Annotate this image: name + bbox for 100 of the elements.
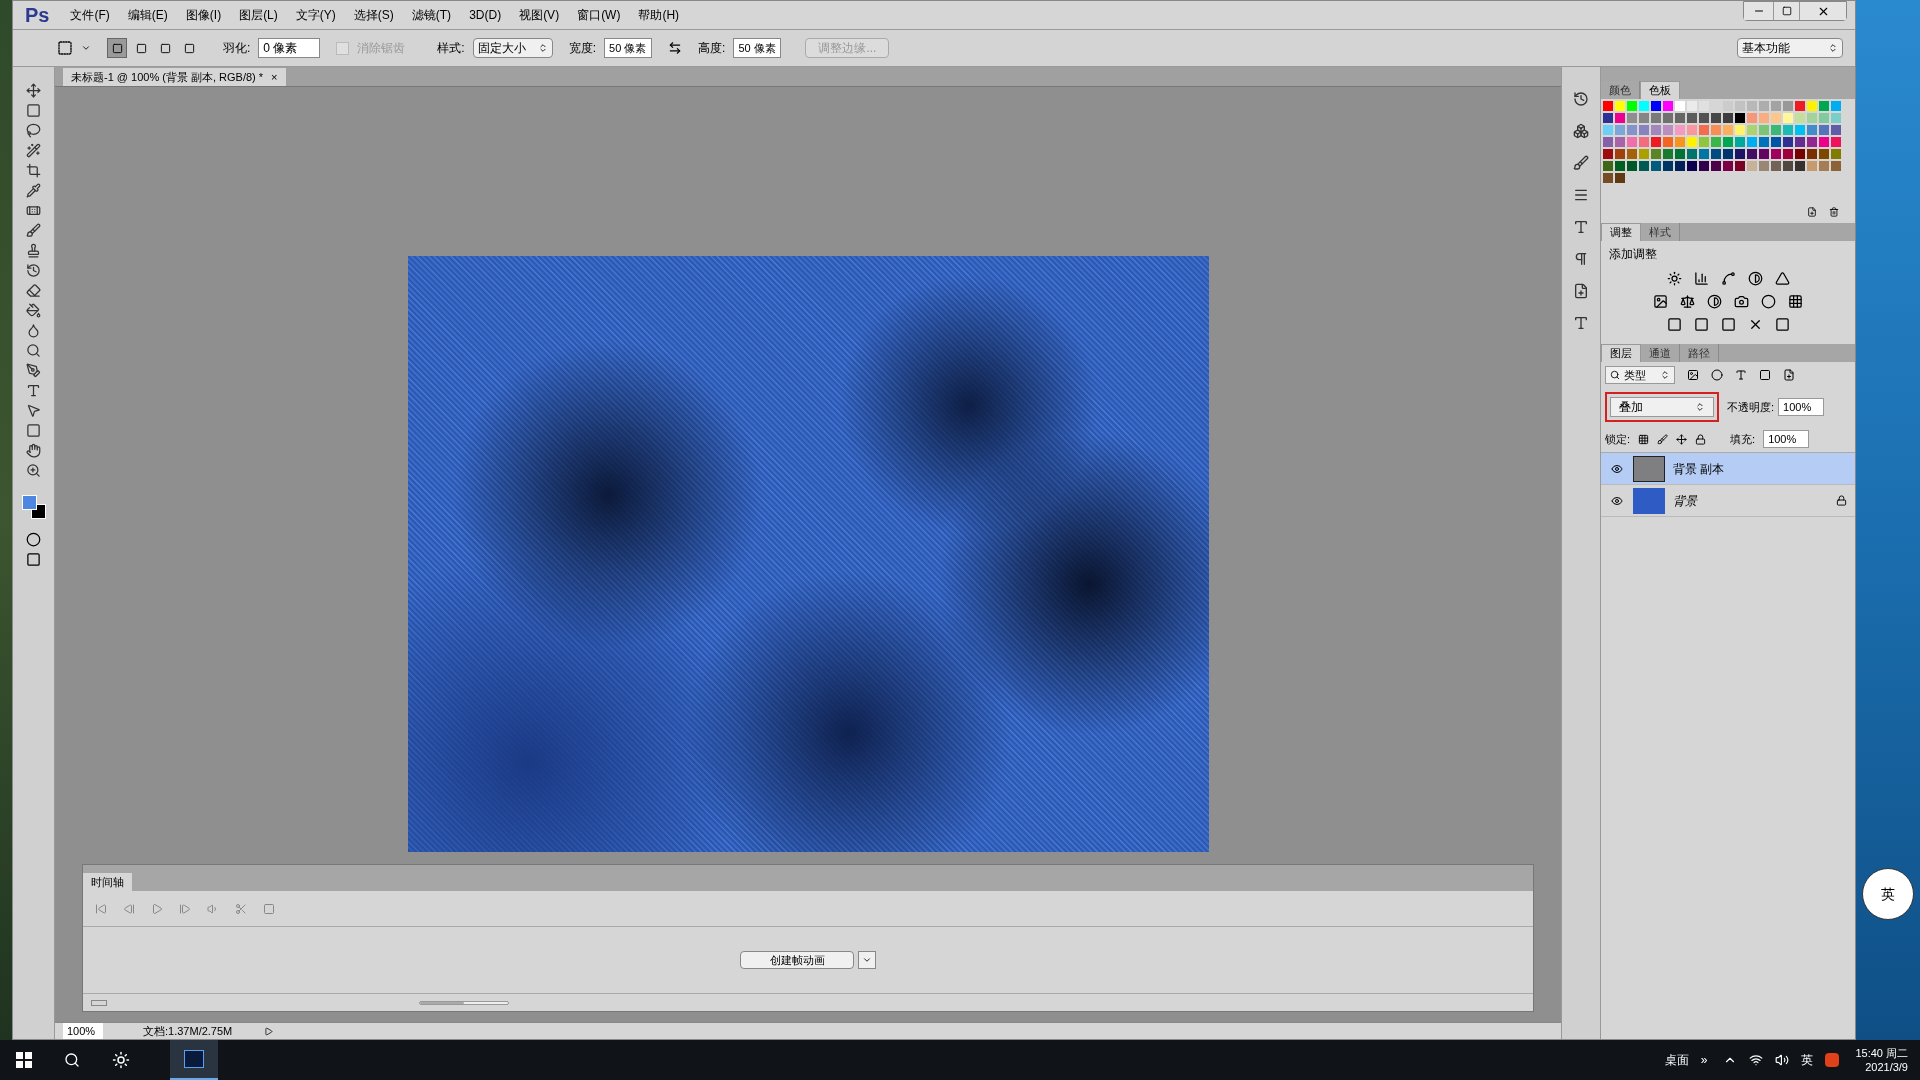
menu-item[interactable]: 图像(I) <box>176 6 231 24</box>
menu-item[interactable]: 3D(D) <box>460 6 511 24</box>
more-indicator[interactable]: » <box>1700 1051 1708 1069</box>
tool-icon[interactable] <box>26 403 41 418</box>
wifi-icon[interactable] <box>1749 1053 1764 1067</box>
fill-field[interactable]: 100% <box>1763 430 1810 448</box>
menu-item[interactable]: 窗口(W) <box>568 6 630 24</box>
timeline-tab[interactable]: 时间轴 <box>83 873 132 891</box>
tool-icon[interactable] <box>26 323 41 338</box>
clock[interactable]: 15:40 周二 2021/3/9 <box>1855 1046 1908 1074</box>
document-tab[interactable]: 未标题-1 @ 100% (背景 副本, RGB/8) * × <box>63 68 286 86</box>
dock-icon[interactable] <box>1573 187 1589 203</box>
caret-icon[interactable] <box>81 43 91 53</box>
dock-icon[interactable] <box>1573 219 1589 235</box>
menu-item[interactable]: 图层(L) <box>230 6 287 24</box>
filter-icon[interactable] <box>1759 369 1771 381</box>
screen-mode-icon[interactable] <box>26 552 41 567</box>
tool-icon[interactable] <box>26 103 41 118</box>
feather-field[interactable]: 0 像素 <box>258 38 321 58</box>
create-frame-animation-button[interactable]: 创建帧动画 <box>740 951 854 969</box>
filter-icon[interactable] <box>1735 369 1747 381</box>
tool-icon[interactable] <box>26 183 41 198</box>
tool-icon[interactable] <box>26 363 41 378</box>
layer-filter-dropdown[interactable]: 类型 <box>1605 366 1675 384</box>
menu-item[interactable]: 帮助(H) <box>629 6 689 24</box>
adjustment-icon[interactable] <box>1761 294 1776 309</box>
layer-row[interactable]: 背景 <box>1601 485 1855 517</box>
tool-icon[interactable] <box>26 343 41 358</box>
swap-icon[interactable] <box>668 41 683 55</box>
adjustment-icon[interactable] <box>1680 294 1695 309</box>
lock-icon[interactable] <box>1676 433 1688 445</box>
filter-icon[interactable] <box>1687 369 1699 381</box>
color-swatches-icon[interactable] <box>21 495 46 519</box>
marquee-tool-icon[interactable] <box>57 40 73 56</box>
adjustment-icon[interactable] <box>1693 317 1709 332</box>
panel-tab[interactable]: 调整 <box>1601 223 1641 241</box>
tool-icon[interactable] <box>26 163 41 178</box>
minimize-button[interactable] <box>1744 2 1774 20</box>
height-field[interactable]: 50 像素 <box>733 38 782 58</box>
ime-widget[interactable]: 英 <box>1862 868 1914 920</box>
adjustment-icon[interactable] <box>1747 271 1763 286</box>
tool-icon[interactable] <box>26 83 41 98</box>
adjustment-icon[interactable] <box>1666 317 1682 332</box>
tool-icon[interactable] <box>26 303 41 318</box>
dock-icon[interactable] <box>1573 251 1589 267</box>
visibility-eye-icon[interactable] <box>1611 494 1623 507</box>
quick-mask-icon[interactable] <box>26 532 41 547</box>
adjustment-icon[interactable] <box>1707 294 1722 309</box>
panel-tab[interactable]: 色板 <box>1640 81 1680 99</box>
menu-item[interactable]: 视图(V) <box>510 6 569 24</box>
start-icon[interactable] <box>16 1052 32 1068</box>
volume-icon[interactable] <box>1775 1053 1790 1067</box>
dock-icon[interactable] <box>1573 123 1589 139</box>
layer-row[interactable]: 背景 副本 <box>1601 453 1855 485</box>
tool-icon[interactable] <box>26 143 41 158</box>
tool-icon[interactable] <box>26 223 41 238</box>
menu-item[interactable]: 滤镜(T) <box>402 6 461 24</box>
desktop-toolbar-label[interactable]: 桌面 <box>1664 1051 1689 1069</box>
menu-item[interactable]: 选择(S) <box>344 6 403 24</box>
input-language-indicator[interactable]: 英 <box>1801 1051 1814 1069</box>
trash-icon[interactable] <box>1829 207 1839 217</box>
blend-mode-dropdown[interactable]: 叠加 <box>1610 397 1714 417</box>
panel-tab[interactable]: 图层 <box>1601 344 1641 362</box>
tool-icon[interactable] <box>26 123 41 138</box>
tool-icon[interactable] <box>26 463 41 478</box>
tool-icon[interactable] <box>26 383 41 398</box>
ime-icon[interactable] <box>1825 1053 1840 1067</box>
adjustment-icon[interactable] <box>1720 271 1736 286</box>
tool-icon[interactable] <box>26 243 41 258</box>
adjustment-icon[interactable] <box>1774 271 1790 286</box>
workspace-dropdown[interactable]: 基本功能 <box>1737 38 1843 58</box>
photoshop-taskbar-button[interactable] <box>170 1040 218 1080</box>
menu-item[interactable]: 编辑(E) <box>118 6 177 24</box>
visibility-eye-icon[interactable] <box>1611 462 1623 475</box>
dock-icon[interactable] <box>1573 91 1589 107</box>
tool-icon[interactable] <box>26 263 41 278</box>
lock-icon[interactable] <box>1657 433 1669 445</box>
dock-icon[interactable] <box>1573 155 1589 171</box>
new-swatch-icon[interactable] <box>1807 207 1817 217</box>
adjustment-icon[interactable] <box>1788 294 1803 309</box>
adjustment-icon[interactable] <box>1720 317 1736 332</box>
tool-icon[interactable] <box>26 283 41 298</box>
dropdown-button[interactable] <box>858 951 876 969</box>
dock-icon[interactable] <box>1573 283 1589 299</box>
menu-item[interactable]: 文件(F) <box>61 6 119 24</box>
menu-item[interactable]: 文字(Y) <box>286 6 345 24</box>
tool-icon[interactable] <box>26 203 41 218</box>
adjustment-icon[interactable] <box>1774 317 1790 332</box>
selection-mode-button[interactable] <box>107 38 127 58</box>
filter-icon[interactable] <box>1711 369 1723 381</box>
search-icon[interactable] <box>64 1052 80 1068</box>
zoom-level-field[interactable]: 100% <box>63 1022 103 1040</box>
dock-icon[interactable] <box>1573 315 1589 331</box>
adjustment-icon[interactable] <box>1693 271 1709 286</box>
maximize-button[interactable] <box>1774 2 1800 20</box>
filter-icon[interactable] <box>1783 369 1795 381</box>
adjustment-icon[interactable] <box>1666 271 1682 286</box>
close-button[interactable] <box>1800 2 1846 20</box>
adjustment-icon[interactable] <box>1734 294 1749 309</box>
tool-icon[interactable] <box>26 443 41 458</box>
